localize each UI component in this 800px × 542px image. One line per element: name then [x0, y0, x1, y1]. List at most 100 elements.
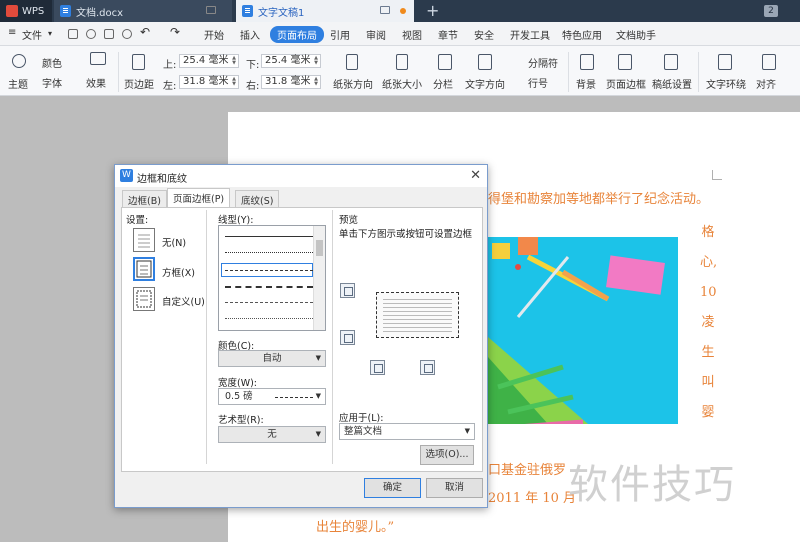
line-style-scrollbar[interactable] [313, 226, 325, 330]
close-icon[interactable]: ✕ [470, 168, 481, 183]
apply-to-value: 整篇文档 [344, 426, 383, 437]
orientation-button[interactable]: 纸张方向 [333, 76, 373, 91]
bottom-margin-input[interactable]: 25.4 毫米 ▲ ▼ [261, 54, 321, 68]
menu-special-apps[interactable]: 特色应用 [562, 27, 602, 42]
chevron-down-icon: ▼ [315, 430, 321, 438]
art-select[interactable]: 无 ▼ [218, 426, 326, 443]
print-icon[interactable] [104, 29, 114, 39]
apply-to-select[interactable]: 整篇文档 ▼ [339, 423, 475, 440]
dialog-title-bar[interactable]: W 边框和底纹 ✕ [115, 165, 487, 187]
document-icon [60, 5, 71, 17]
tab-text-draft[interactable]: 文字文稿1 [236, 0, 414, 22]
align-button[interactable]: 对齐 [756, 76, 776, 91]
columns-button[interactable]: 分栏 [433, 76, 453, 91]
wps-home-tab[interactable]: WPS [0, 0, 52, 22]
tab-page-border[interactable]: 页面边框(P) [167, 188, 231, 208]
setting-custom-label[interactable]: 自定义(U) [162, 294, 205, 308]
spinner-icon[interactable]: ▲ ▼ [313, 56, 319, 66]
chevron-down-icon[interactable]: ▾ [48, 29, 52, 38]
preview-line [383, 303, 452, 304]
new-tab-button[interactable]: + [426, 2, 439, 20]
stationery-photo-graphic [488, 237, 665, 424]
menu-developer[interactable]: 开发工具 [510, 27, 550, 42]
save-icon[interactable] [68, 29, 78, 39]
setting-custom-icon[interactable] [133, 287, 155, 311]
menu-page-layout[interactable]: 页面布局 [270, 26, 324, 43]
ok-button[interactable]: 确定 [364, 478, 421, 498]
line-style-solid[interactable] [225, 236, 313, 237]
hamburger-icon[interactable]: ≡ [8, 27, 16, 38]
text-direction-button[interactable]: 文字方向 [465, 76, 505, 91]
menu-doc-assistant[interactable]: 文档助手 [616, 27, 656, 42]
line-style-list[interactable] [218, 225, 326, 331]
scrollbar-thumb[interactable] [316, 240, 323, 256]
right-border-toggle-icon[interactable] [420, 360, 435, 375]
spinner-icon[interactable]: ▲ ▼ [313, 77, 319, 87]
monitor-icon [380, 6, 390, 14]
menu-view[interactable]: 视图 [402, 27, 422, 42]
spinner-icon[interactable]: ▲ ▼ [231, 77, 237, 87]
tab-borders[interactable]: 边框(B) [122, 190, 167, 207]
left-margin-label: 左: [163, 81, 177, 92]
left-margin-input[interactable]: 31.8 毫米 ▲ ▼ [179, 75, 239, 89]
print-preview-icon[interactable] [122, 29, 132, 39]
window-count-badge[interactable]: 2 [764, 5, 778, 17]
width-select[interactable]: 0.5 磅 ▼ [218, 388, 326, 405]
top-border-toggle-icon[interactable] [340, 283, 355, 298]
align-icon [762, 54, 776, 70]
cancel-button[interactable]: 取消 [426, 478, 483, 498]
line-style-dotted[interactable] [225, 252, 313, 253]
options-button[interactable]: 选项(O)... [420, 445, 474, 465]
paper-size-button[interactable]: 纸张大小 [382, 76, 422, 91]
left-border-toggle-icon[interactable] [370, 360, 385, 375]
preview-hint: 单击下方图示或按钮可设置边框 [339, 229, 473, 240]
line-style-dash-dot-dot[interactable] [225, 318, 313, 319]
wps-logo-icon [6, 5, 18, 17]
document-photo[interactable] [488, 237, 678, 424]
spinner-icon[interactable]: ▲ ▼ [231, 56, 237, 66]
document-text-line: 2011 年 10 月 [488, 491, 577, 506]
preview-line [383, 327, 452, 328]
setting-box-label[interactable]: 方框(X) [162, 265, 195, 279]
vertical-char: 婴 [701, 405, 715, 420]
top-margin-input[interactable]: 25.4 毫米 ▲ ▼ [179, 54, 239, 68]
export-pdf-icon[interactable] [86, 29, 96, 39]
border-preview[interactable] [376, 292, 459, 338]
menu-review[interactable]: 审阅 [366, 27, 386, 42]
color-select[interactable]: 自动 ▼ [218, 350, 326, 367]
manuscript-button[interactable]: 稿纸设置 [652, 76, 692, 91]
menu-home[interactable]: 开始 [204, 27, 224, 42]
colors-button[interactable]: 颜色 [42, 55, 62, 70]
menu-insert[interactable]: 插入 [240, 27, 260, 42]
wrap-icon [718, 54, 732, 70]
apply-to-label: 应用于(L): [339, 413, 384, 424]
tab-shading[interactable]: 底纹(S) [235, 190, 280, 207]
breaks-button[interactable]: 分隔符 [528, 55, 558, 70]
line-style-dashed[interactable] [225, 270, 313, 271]
setting-none-icon[interactable] [133, 228, 155, 252]
menu-chapter[interactable]: 章节 [438, 27, 458, 42]
line-numbers-button[interactable]: 行号 [528, 75, 548, 90]
setting-box-icon[interactable] [133, 257, 155, 281]
menu-file[interactable]: 文件 [22, 27, 42, 42]
vertical-char: 生 [701, 345, 715, 360]
undo-icon[interactable]: ↶ [140, 25, 150, 39]
line-style-long-dash[interactable] [225, 286, 313, 288]
line-style-dash-dot[interactable] [225, 302, 313, 303]
bottom-border-toggle-icon[interactable] [340, 330, 355, 345]
menu-security[interactable]: 安全 [474, 27, 494, 42]
orientation-icon [346, 54, 358, 70]
menu-references[interactable]: 引用 [330, 27, 350, 42]
margins-button[interactable]: 页边距 [124, 76, 154, 91]
redo-icon[interactable]: ↷ [170, 25, 180, 39]
fonts-button[interactable]: 字体 [42, 75, 62, 90]
background-button[interactable]: 背景 [576, 76, 596, 91]
wrap-button[interactable]: 文字环绕 [706, 76, 746, 91]
chevron-down-icon: ▼ [464, 427, 470, 435]
page-border-button[interactable]: 页面边框 [606, 76, 646, 91]
right-margin-input[interactable]: 31.8 毫米 ▲ ▼ [261, 75, 321, 89]
tab-document-docx[interactable]: 文档.docx [54, 0, 232, 22]
theme-button[interactable]: 主题 [8, 76, 28, 91]
effects-button[interactable]: 效果 [86, 75, 106, 90]
setting-none-label[interactable]: 无(N) [162, 235, 186, 249]
